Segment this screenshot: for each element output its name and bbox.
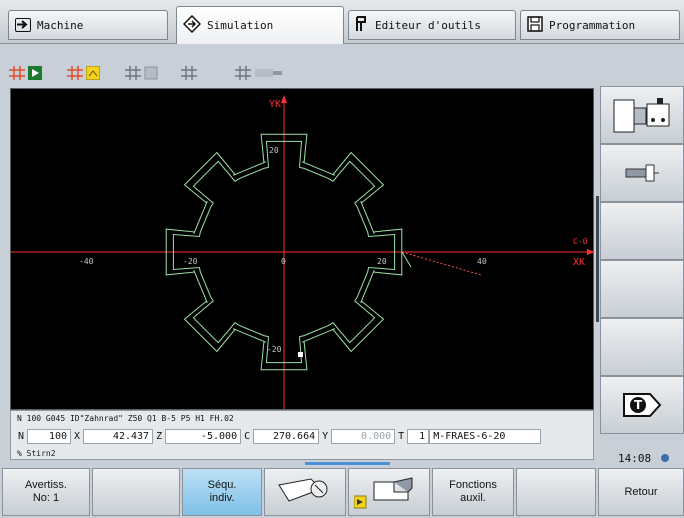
axis-values-row: N 100 X 42.437 Z -5.000 C 270.664 Y 0.00… xyxy=(15,427,542,445)
warnings-label: Avertiss. xyxy=(25,479,67,491)
grid-icon xyxy=(235,66,251,80)
single-block-button[interactable]: Séqu. indiv. xyxy=(182,468,262,516)
lathe-machine-icon xyxy=(613,98,670,133)
workpiece-icon xyxy=(354,477,413,509)
aux-functions-button[interactable]: Fonctions auxil. xyxy=(432,468,514,516)
tool-view-button[interactable] xyxy=(600,144,684,202)
position-display: N 100 G045 ID"Zahnrad" Z50 Q1 B-5 P5 H1 … xyxy=(10,410,594,460)
tool-path-line xyxy=(401,251,482,276)
vertical-softkey-5[interactable] xyxy=(600,318,684,376)
tool-view-icon xyxy=(86,66,100,80)
x-axis-label: XK xyxy=(573,257,585,268)
tab-tool-editor[interactable]: Editeur d'outils xyxy=(348,10,516,40)
current-block-line: N 100 G045 ID"Zahnrad" Z50 Q1 B-5 P5 H1 … xyxy=(17,414,234,423)
y-tick-label: -20 xyxy=(267,345,282,354)
tool-approach-line xyxy=(401,251,412,268)
y-tick-label: 20 xyxy=(269,146,279,155)
z-value: -5.000 xyxy=(165,428,242,444)
warnings-button[interactable]: Avertiss. No: 1 xyxy=(2,468,90,516)
tab-machine[interactable]: Machine xyxy=(8,10,168,40)
clock-time: 14:08 xyxy=(618,451,652,465)
play-icon xyxy=(28,66,42,80)
x-value: 42.437 xyxy=(83,428,154,444)
view-mode-toolbar xyxy=(0,44,598,90)
view-yellow-button[interactable] xyxy=(66,64,100,82)
z-label: Z xyxy=(156,430,163,442)
view-grid-button[interactable] xyxy=(180,64,198,82)
clock: 14:08 xyxy=(600,448,684,468)
mode-tab-bar: Machine Simulation Editeur d'outils Prog… xyxy=(0,0,684,44)
c-label: C xyxy=(244,430,251,442)
x-tick-label: 0 xyxy=(281,257,286,266)
tab-simulation[interactable]: Simulation xyxy=(176,6,344,44)
n-value: 100 xyxy=(27,428,72,444)
t-label: T xyxy=(398,430,405,442)
grid-icon xyxy=(9,66,25,80)
c-value: 270.664 xyxy=(253,428,320,444)
x-tick-label: 40 xyxy=(477,257,487,266)
milling-cutter-icon xyxy=(278,478,328,502)
x-tick-label: -40 xyxy=(79,257,94,266)
grid-icon xyxy=(181,66,197,80)
y-label: Y xyxy=(322,430,329,442)
vertical-softkey-bar: T xyxy=(600,86,684,446)
softkey-2[interactable] xyxy=(92,468,180,516)
tab-label: Simulation xyxy=(207,19,274,32)
softkey-bar: Avertiss. No: 1 Séqu. indiv. Fonctions a… xyxy=(0,466,684,518)
tool-t-button[interactable]: T xyxy=(600,376,684,434)
x-axis-arrow xyxy=(587,249,593,255)
tool-position-marker xyxy=(298,352,303,357)
warnings-count: No: 1 xyxy=(32,492,60,504)
back-label: Retour xyxy=(624,485,658,498)
arrow-right-box-icon xyxy=(15,18,31,32)
n-label: N xyxy=(18,430,25,442)
disk-icon xyxy=(527,15,543,35)
x-label: X xyxy=(74,430,81,442)
tab-label: Machine xyxy=(37,18,84,32)
vertical-softkey-3[interactable] xyxy=(600,202,684,260)
workpiece-button[interactable] xyxy=(348,468,430,516)
progress-indicator xyxy=(305,462,390,465)
aux-functions-label: Fonctions xyxy=(449,479,497,491)
vertical-softkey-4[interactable] xyxy=(600,260,684,318)
program-name: % Stirn2 xyxy=(17,449,56,458)
svg-text:T: T xyxy=(634,398,643,412)
diamond-arrow-icon xyxy=(182,14,202,36)
tool-name: M-FRAES-6-20 xyxy=(429,428,542,444)
info-icon xyxy=(661,454,670,462)
square-icon xyxy=(144,66,158,80)
tool-path-button[interactable] xyxy=(264,468,346,516)
tab-label: Programmation xyxy=(549,18,636,32)
simulation-viewport[interactable]: YK XK C-0 -40 -20 0 20 40 20 -20 xyxy=(10,88,594,410)
view-grey-button[interactable] xyxy=(124,64,158,82)
x-tick-label: 20 xyxy=(377,257,387,266)
c-axis-label: C-0 xyxy=(573,237,588,246)
tab-programming[interactable]: Programmation xyxy=(520,10,680,40)
tab-label: Editeur d'outils xyxy=(375,18,481,32)
y-value: 0.000 xyxy=(331,428,396,444)
y-axis-arrow xyxy=(281,95,287,103)
softkey-7[interactable] xyxy=(516,468,596,516)
aux-functions-label-2: auxil. xyxy=(460,492,486,504)
tool-holder-icon xyxy=(355,15,369,35)
x-tick-label: -20 xyxy=(183,257,198,266)
y-axis-label: YK xyxy=(269,99,281,110)
spindle-icon xyxy=(625,164,659,182)
back-button[interactable]: Retour xyxy=(598,468,684,516)
single-block-label-2: indiv. xyxy=(209,492,235,504)
grid-icon xyxy=(125,66,141,80)
side-scroll-indicator xyxy=(596,196,599,322)
grid-icon xyxy=(67,66,83,80)
t-value: 1 xyxy=(407,428,430,444)
view-3d-button[interactable] xyxy=(234,64,284,82)
single-block-label: Séqu. xyxy=(207,479,237,491)
contour-drawing: YK XK C-0 -40 -20 0 20 40 20 -20 xyxy=(11,95,593,409)
tool-t-icon: T xyxy=(623,393,662,417)
view-play-button[interactable] xyxy=(8,64,42,82)
machine-view-button[interactable] xyxy=(600,86,684,144)
workpiece-3d-icon xyxy=(255,69,282,77)
